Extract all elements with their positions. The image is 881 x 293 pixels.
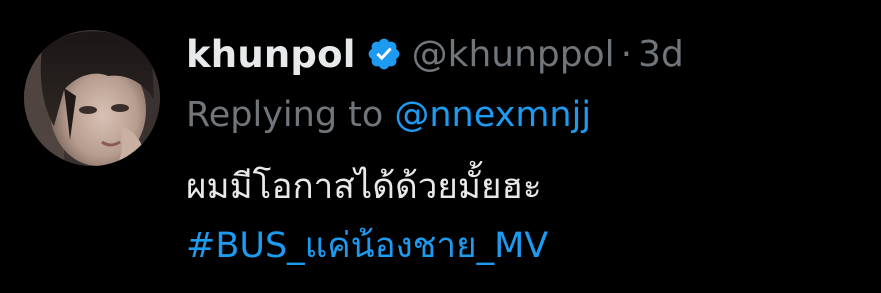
verified-badge-icon[interactable]: [366, 36, 402, 72]
reply-context: Replying to @nnexmnjj: [186, 86, 871, 144]
tweet-timestamp[interactable]: 3d: [638, 34, 684, 75]
reply-mention-link[interactable]: @nnexmnjj: [394, 95, 591, 135]
tweet-header: khunpol @khunppol · 3d: [186, 24, 871, 84]
display-name[interactable]: khunpol: [186, 33, 356, 76]
author-handle[interactable]: @khunppol: [412, 34, 615, 75]
tweet-text: ผมมีโอกาสได้ด้วยมั้ยฮะ: [186, 166, 542, 207]
hashtag-link[interactable]: #BUS_แค่น้องชาย_MV: [186, 216, 871, 274]
avatar[interactable]: [24, 30, 160, 166]
tweet-content: khunpol @khunppol · 3d Replying to @nnex…: [186, 24, 871, 274]
avatar-photo: [24, 30, 160, 166]
tweet-card[interactable]: khunpol @khunppol · 3d Replying to @nnex…: [0, 0, 881, 293]
meta-separator: ·: [620, 33, 633, 75]
reply-prefix: Replying to: [186, 95, 384, 135]
